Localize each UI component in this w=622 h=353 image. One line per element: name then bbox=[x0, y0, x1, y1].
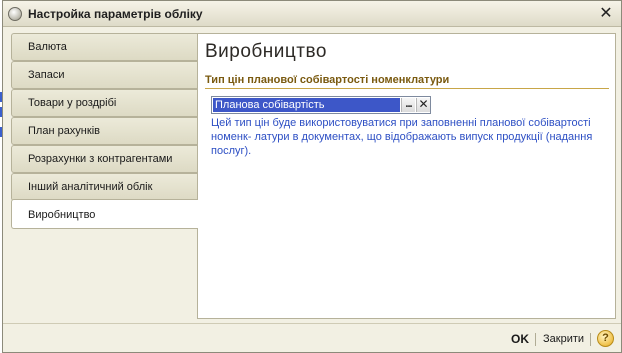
price-type-group-header: Тип цін планової собівартості номенклату… bbox=[205, 74, 609, 89]
tab-production[interactable]: Виробництво bbox=[11, 199, 198, 229]
app-logo-icon bbox=[8, 7, 22, 21]
ok-button[interactable]: OK bbox=[511, 332, 529, 346]
price-type-hint: Цей тип цін буде використовуватися при з… bbox=[211, 117, 593, 157]
price-type-field: ... ✕ bbox=[211, 96, 431, 114]
tab-other-analytics[interactable]: Інший аналітичний облік bbox=[11, 173, 197, 201]
title-bar[interactable]: Настройка параметрів обліку ✕ bbox=[3, 1, 621, 27]
tab-inventory[interactable]: Запаси bbox=[11, 61, 197, 89]
help-icon[interactable]: ? bbox=[597, 330, 614, 347]
dialog-content: Валюта Запаси Товари у роздрібі План рах… bbox=[11, 33, 616, 319]
tab-retail-goods[interactable]: Товари у роздрібі bbox=[11, 89, 197, 117]
price-type-input[interactable] bbox=[213, 98, 400, 112]
tab-list: Валюта Запаси Товари у роздрібі План рах… bbox=[11, 33, 198, 319]
footer-divider bbox=[535, 333, 536, 346]
window-title: Настройка параметрів обліку bbox=[28, 7, 203, 21]
tab-counterparty-settlements[interactable]: Розрахунки з контрагентами bbox=[11, 145, 197, 173]
panel-title: Виробництво bbox=[205, 41, 327, 62]
close-button[interactable]: Закрити bbox=[543, 333, 584, 345]
select-button[interactable]: ... bbox=[401, 98, 415, 112]
tab-currency[interactable]: Валюта bbox=[11, 33, 197, 61]
dialog-footer: OK Закрити ? bbox=[3, 323, 621, 352]
settings-dialog: Настройка параметрів обліку ✕ Валюта Зап… bbox=[2, 0, 622, 353]
tab-panel-production: Виробництво Тип цін планової собівартост… bbox=[197, 33, 616, 319]
footer-divider bbox=[590, 333, 591, 346]
clear-icon[interactable]: ✕ bbox=[416, 98, 430, 112]
close-icon[interactable]: ✕ bbox=[597, 5, 615, 23]
tab-chart-of-accounts[interactable]: План рахунків bbox=[11, 117, 197, 145]
